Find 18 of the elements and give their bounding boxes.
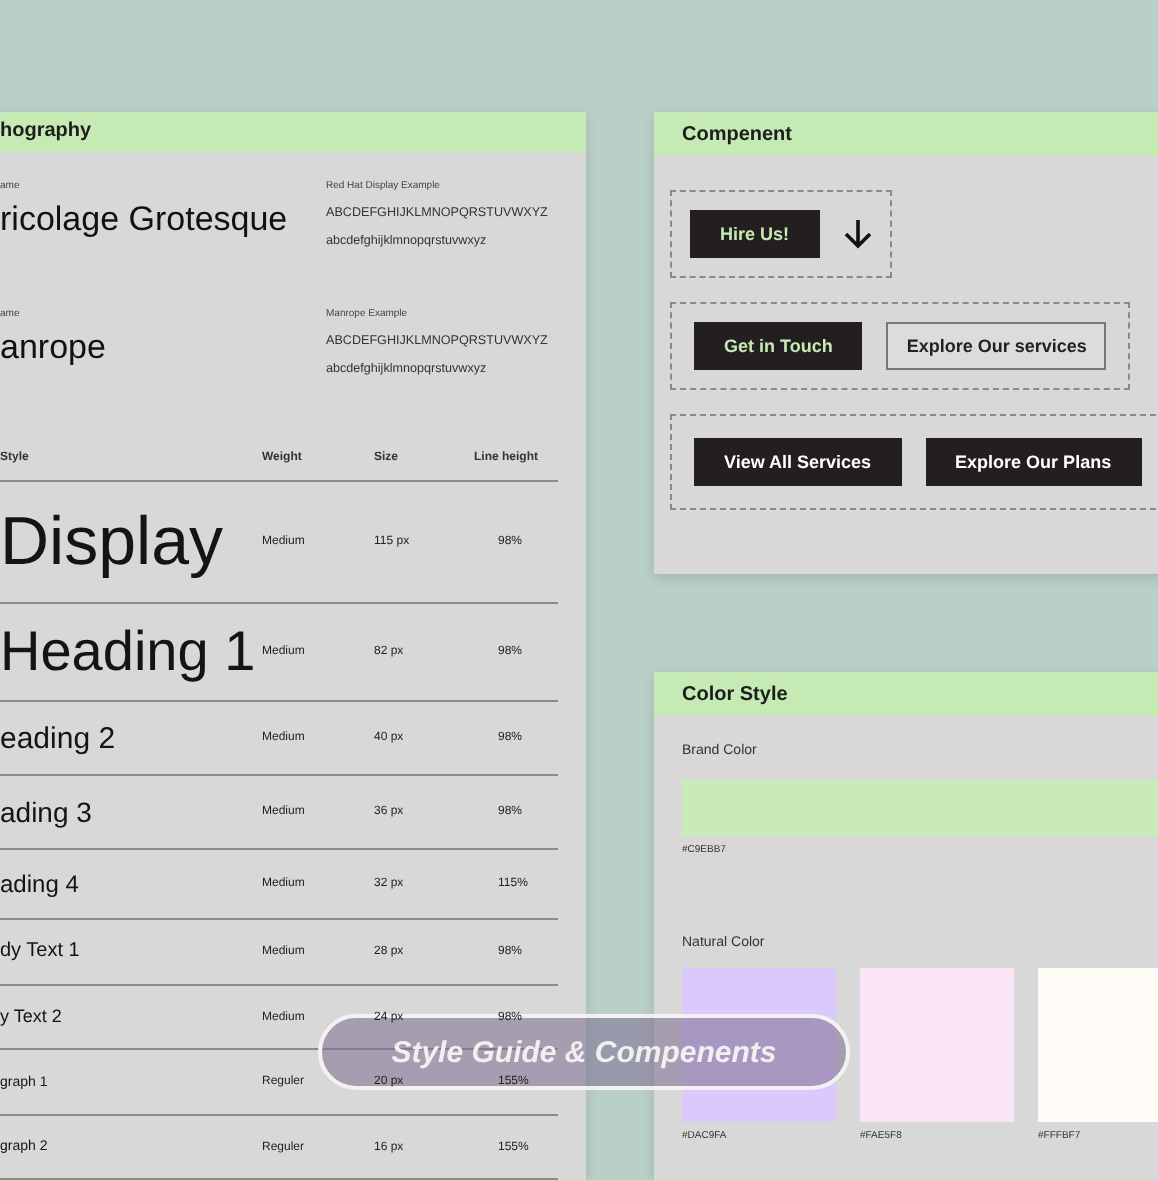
button[interactable]: Hire Us!	[690, 210, 820, 258]
panel-title: Color Style	[654, 672, 1158, 716]
arrow-down-icon	[843, 218, 872, 250]
button[interactable]: View All Services	[694, 438, 902, 486]
font-name: anrope	[0, 327, 108, 368]
panel-title: hography	[0, 112, 586, 152]
style-sample: y Text 2	[0, 1008, 64, 1027]
style-sample: ading 3	[0, 798, 94, 827]
panel-title: Compenent	[654, 112, 1158, 156]
button[interactable]: Explore Our Plans	[925, 438, 1142, 486]
style-sample: Heading 1	[0, 624, 258, 681]
style-sample: eading 2	[0, 723, 118, 754]
font-name: ricolage Grotesque	[0, 199, 290, 240]
button[interactable]: Explore Our services	[886, 322, 1107, 370]
style-sample: Display	[0, 508, 225, 577]
style-sample: dy Text 1	[0, 942, 82, 963]
style-sample: ading 4	[0, 872, 81, 897]
button[interactable]: Get in Touch	[694, 322, 863, 370]
